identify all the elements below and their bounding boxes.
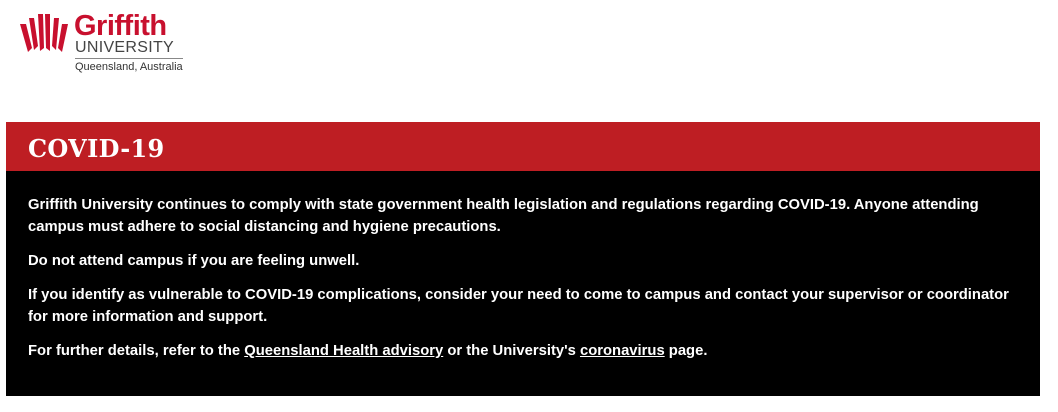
logo-subtitle: UNIVERSITY [75, 39, 175, 56]
queensland-health-advisory-link[interactable]: Queensland Health advisory [244, 343, 443, 359]
notice-paragraph-compliance: Griffith University continues to comply … [28, 197, 979, 235]
logo-location: Queensland, Australia [75, 61, 183, 73]
site-header: Griffith UNIVERSITY Queensland, Australi… [0, 0, 1058, 122]
notice-paragraph-details: For further details, refer to the Queens… [28, 340, 1018, 362]
notice-paragraph-unwell: Do not attend campus if you are feeling … [28, 253, 360, 269]
covid-notice-title: COVID-19 [28, 134, 165, 163]
covid-notice-panel: COVID-19 Griffith University continues t… [6, 122, 1040, 396]
covid-notice-header: COVID-19 [6, 122, 1040, 171]
covid-notice-body: Griffith University continues to comply … [6, 171, 1040, 362]
details-text-before: For further details, refer to the [28, 343, 245, 359]
notice-paragraph-vulnerable: If you identify as vulnerable to COVID-1… [28, 287, 1009, 325]
griffith-flame-icon [20, 14, 68, 52]
griffith-university-logo[interactable]: Griffith UNIVERSITY Queensland, Australi… [18, 12, 188, 76]
details-text-middle: or the University's [443, 343, 580, 359]
coronavirus-page-link[interactable]: coronavirus [580, 343, 665, 359]
details-text-after: page. [664, 343, 708, 359]
logo-divider [75, 58, 183, 59]
logo-wordmark: Griffith [74, 10, 167, 42]
